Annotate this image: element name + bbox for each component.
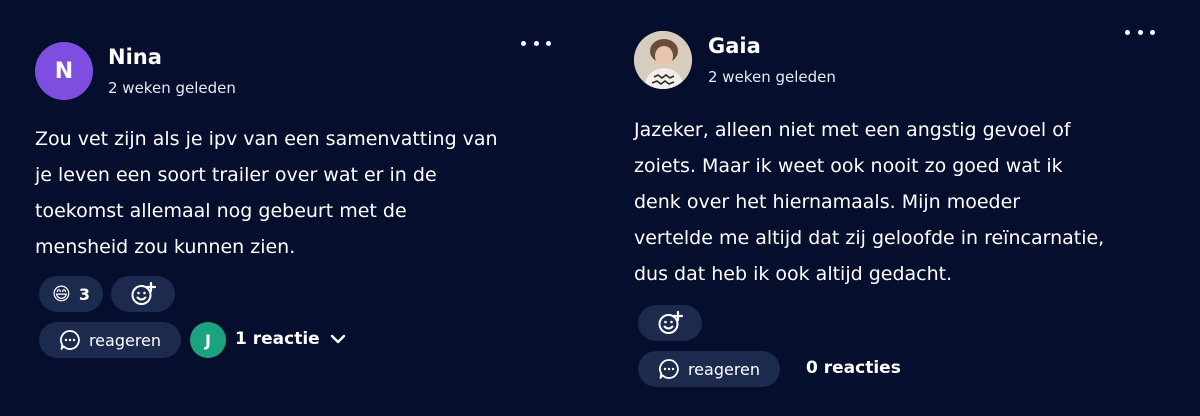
avatar-initial: N [54,58,74,84]
replier-initial: J [205,330,211,350]
more-options-icon[interactable] [521,35,551,51]
timestamp: 2 weken geleden [108,79,236,97]
comment-text: Zou vet zijn als je ipv van een samenvat… [35,128,498,258]
avatar[interactable] [634,31,692,89]
replier-avatar[interactable]: J [190,322,226,358]
author-name[interactable]: Gaia [708,34,761,58]
add-emoji-icon [131,281,156,305]
reaction-count: 3 [78,284,90,304]
profile-photo-icon [634,31,692,89]
comment-text: Jazeker, alleen niet met een angstig gev… [634,119,1105,285]
chat-bubble-icon [658,359,679,379]
add-emoji-icon [658,310,683,334]
comment-card: Gaia 2 weken geleden Jazeker, alleen nie… [600,0,1200,416]
more-options-icon[interactable] [1125,24,1155,40]
replies-count[interactable]: 0 reacties [806,358,901,378]
chat-bubble-icon [59,330,80,350]
reply-label: reageren [88,330,162,350]
author-name[interactable]: Nina [108,45,162,69]
avatar[interactable]: N [35,42,93,100]
replies-count-label: 0 reacties [806,358,901,378]
replies-toggle[interactable]: 1 reactie [235,329,346,349]
reaction-pill[interactable]: 😄 3 [39,276,103,312]
reaction-emoji: 😄 [52,283,71,305]
reply-button[interactable]: reageren [638,351,780,387]
chevron-down-icon [330,334,346,344]
add-reaction-button[interactable] [638,305,702,341]
reply-label: reageren [687,359,761,379]
comment-card: N Nina 2 weken geleden Zou vet zijn als … [0,0,600,416]
reply-button[interactable]: reageren [39,322,181,358]
add-reaction-button[interactable] [111,276,175,312]
timestamp: 2 weken geleden [708,68,836,86]
replies-count: 1 reactie [235,329,320,349]
